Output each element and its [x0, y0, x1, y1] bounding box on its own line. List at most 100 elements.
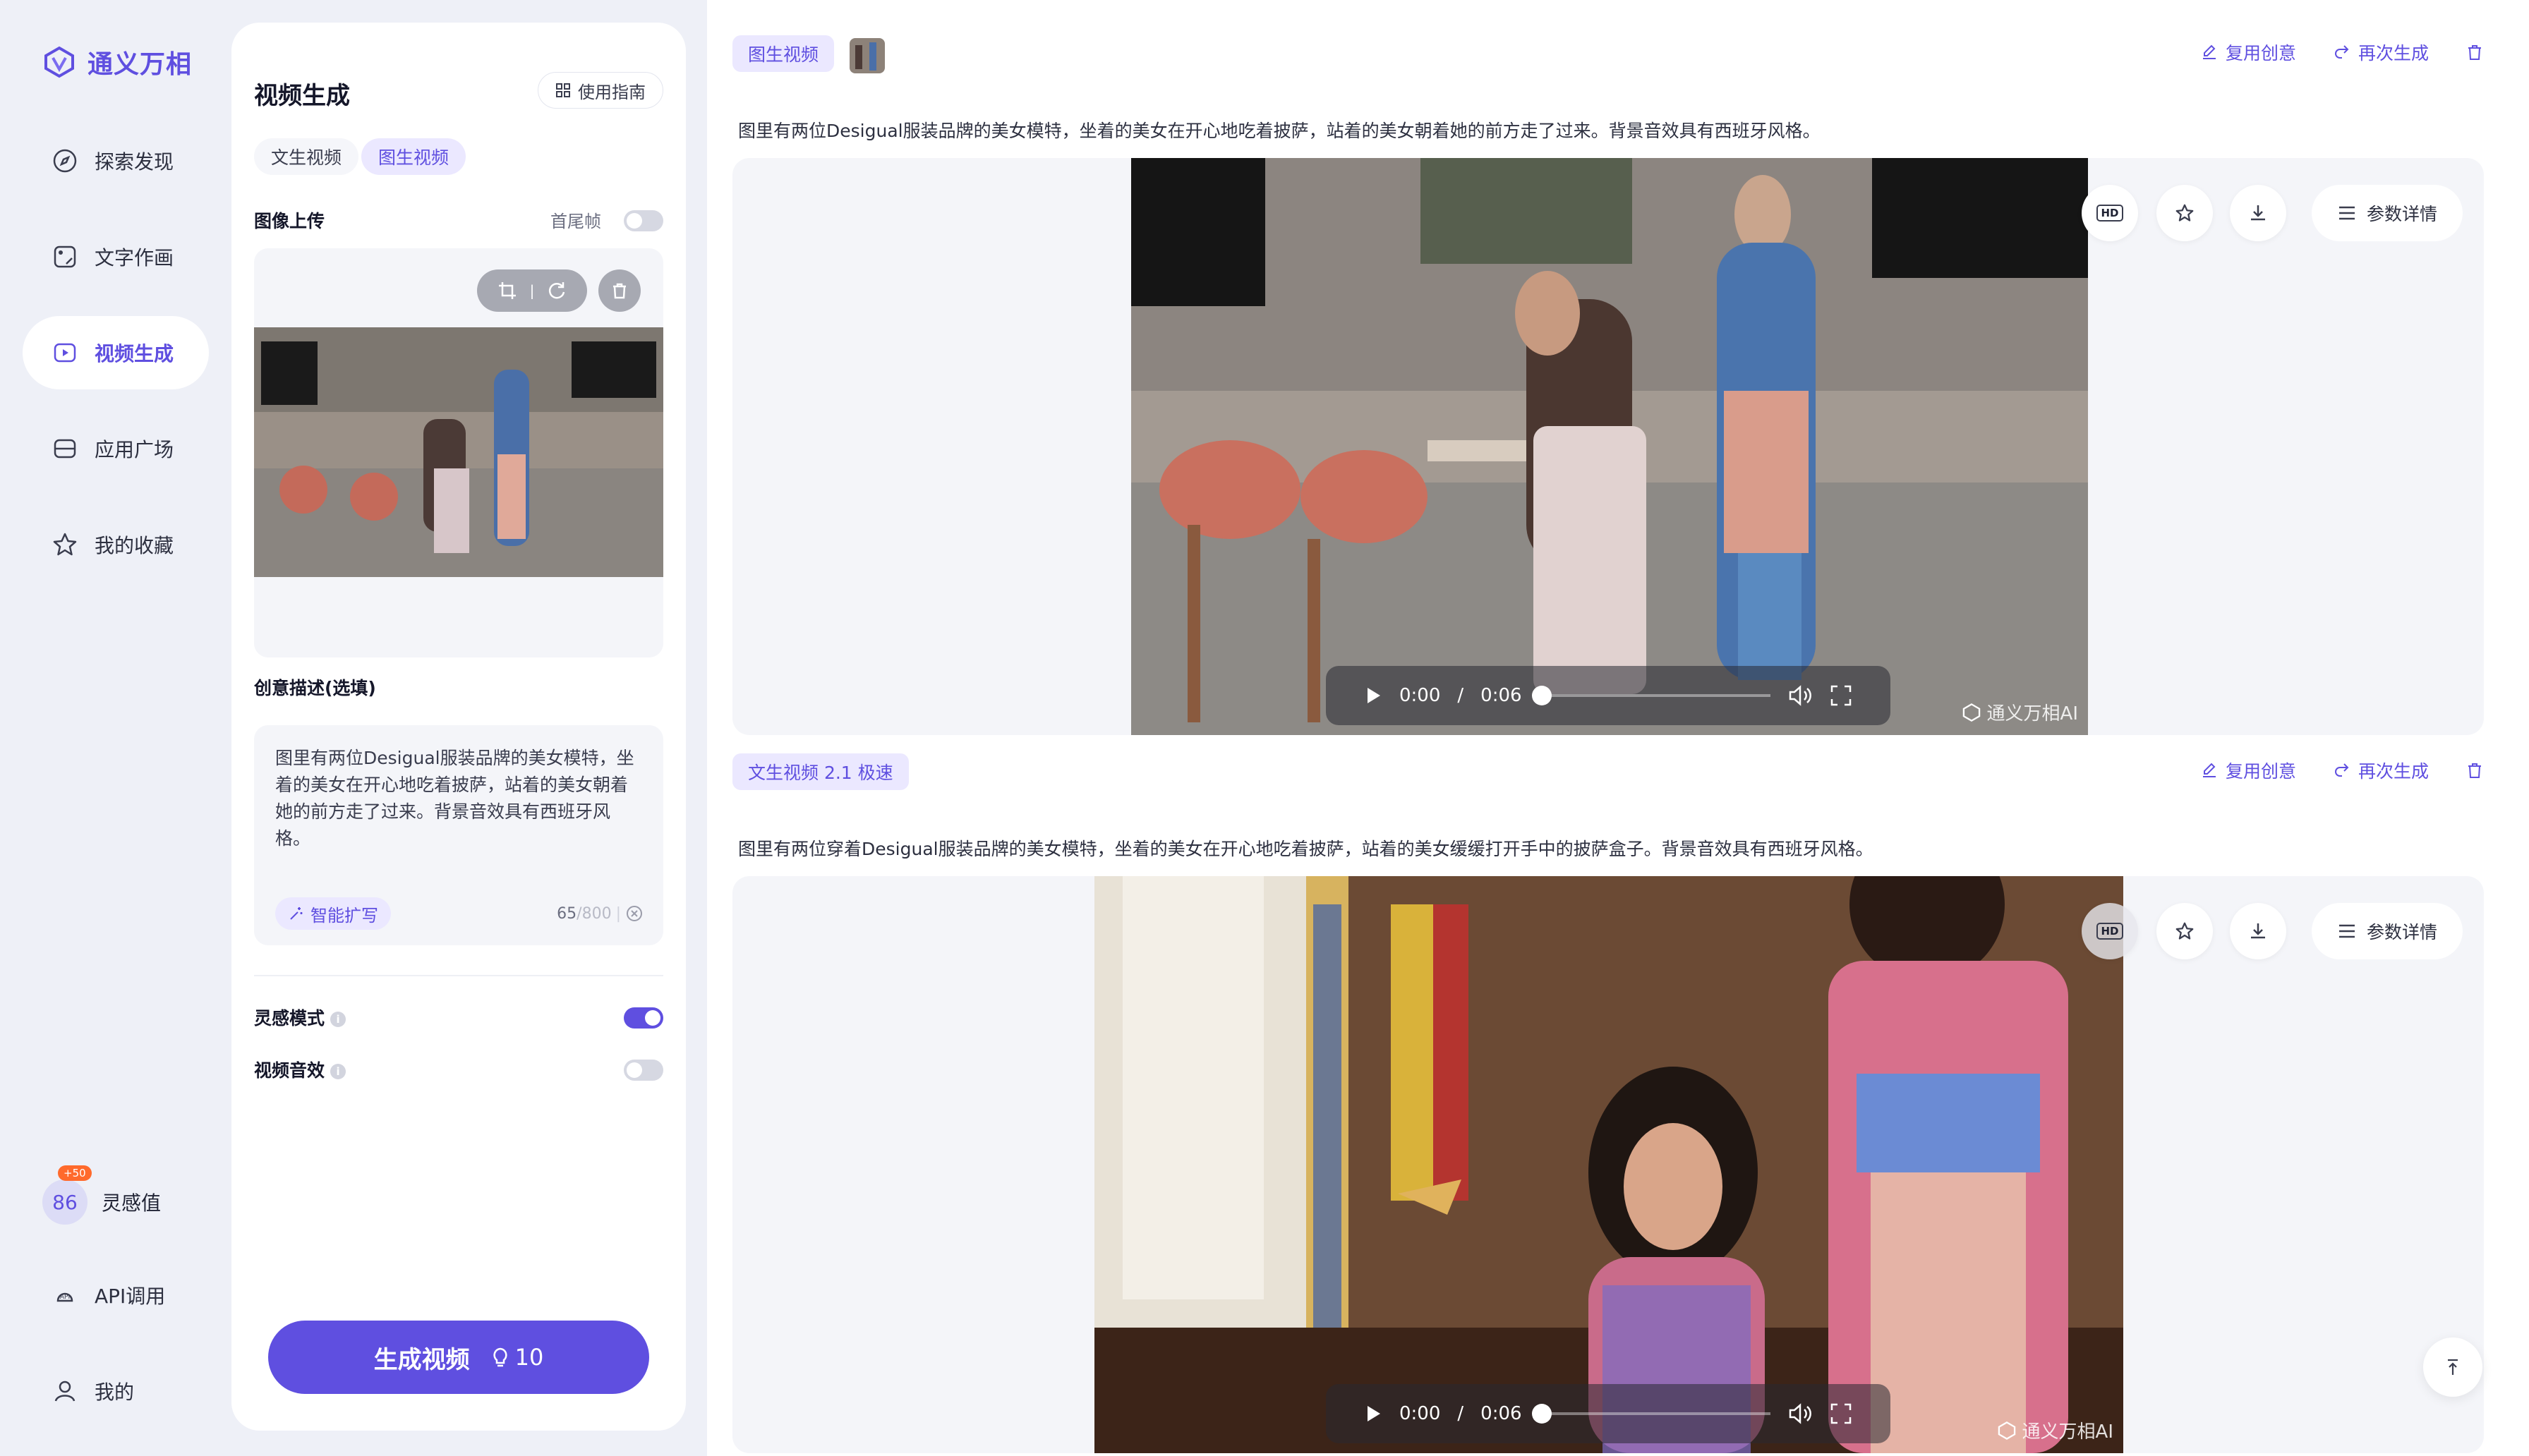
info-icon[interactable]: i — [330, 1064, 346, 1079]
smart-expand-button[interactable]: 智能扩写 — [275, 897, 391, 930]
tab-text-to-video[interactable]: 文生视频 — [254, 138, 359, 175]
upload-label: 图像上传 — [254, 211, 325, 231]
nav-item-profile[interactable]: 我的 — [23, 1354, 209, 1428]
inspiration-mode-toggle[interactable] — [624, 1007, 663, 1029]
image-upload-area[interactable]: | — [254, 248, 663, 657]
guide-button[interactable]: 使用指南 — [538, 72, 663, 109]
hd-icon: HD — [2096, 923, 2123, 940]
hd-icon: HD — [2096, 205, 2123, 222]
progress-knob[interactable] — [1531, 686, 1552, 705]
reuse-idea-button[interactable]: 复用创意 — [2200, 758, 2296, 783]
duration: 0:06 — [1480, 1403, 1522, 1424]
video-player[interactable]: 0:00 / 0:06 通义万相AI — [1131, 158, 2088, 735]
points-value: 86 +50 — [42, 1165, 92, 1225]
points-badge: +50 — [58, 1165, 92, 1181]
download-icon — [2251, 205, 2265, 221]
logo-text: 通义万相 — [87, 50, 193, 79]
result-card: 图生视频 复用创意 再次生成 图里有两位Desigual服装品牌的美女模特，坐着… — [732, 28, 2484, 736]
params-detail-button[interactable]: 参数详情 — [2311, 185, 2463, 241]
current-time: 0:00 — [1399, 685, 1441, 706]
first-last-frame-label: 首尾帧 — [550, 212, 601, 231]
progress-bar[interactable] — [1531, 1404, 1770, 1424]
video-player[interactable]: 0:00 / 0:06 通义万相AI — [1094, 876, 2123, 1453]
video-frame — [1094, 876, 2123, 1453]
fullscreen-icon[interactable] — [1830, 1402, 1852, 1425]
card-header: 图生视频 复用创意 再次生成 — [732, 28, 2484, 76]
play-icon[interactable] — [1364, 1404, 1382, 1424]
char-count: 65/800 — [557, 904, 612, 923]
back-to-top-button[interactable] — [2423, 1337, 2482, 1397]
favorite-button[interactable] — [2156, 903, 2213, 959]
nav-item-video[interactable]: 视频生成 — [23, 316, 209, 389]
star-icon — [53, 533, 77, 556]
fullscreen-icon[interactable] — [1830, 684, 1852, 707]
regenerate-button[interactable]: 再次生成 — [2333, 758, 2429, 783]
image-tools: | — [477, 269, 587, 312]
favorite-button[interactable] — [2156, 185, 2213, 241]
volume-icon[interactable] — [1787, 684, 1813, 707]
regenerate-button[interactable]: 再次生成 — [2333, 40, 2429, 65]
download-button[interactable] — [2230, 903, 2286, 959]
play-icon[interactable] — [1364, 686, 1382, 705]
logo-icon — [1962, 703, 1980, 722]
counter-divider: | — [615, 904, 621, 923]
inspiration-points[interactable]: 86 +50 灵感值 — [42, 1165, 161, 1225]
svg-text:API: API — [60, 1294, 70, 1301]
nav-item-app-square[interactable]: 应用广场 — [23, 412, 209, 485]
hd-button[interactable]: HD — [2082, 185, 2138, 241]
source-image-thumbnail[interactable] — [850, 38, 885, 73]
tab-image-to-video[interactable]: 图生视频 — [361, 138, 466, 175]
arrow-up-icon — [2448, 1359, 2458, 1375]
uploaded-image-thumbnail — [254, 327, 663, 577]
download-button[interactable] — [2230, 185, 2286, 241]
generation-panel: 视频生成 使用指南 文生视频 图生视频 图像上传 首尾帧 | 创意描述(选填) … — [231, 23, 686, 1431]
first-last-frame-toggle[interactable] — [624, 210, 663, 231]
card-header: 文生视频 2.1 极速 复用创意 再次生成 — [732, 746, 2484, 794]
redo-icon — [2334, 45, 2349, 59]
info-icon[interactable]: i — [330, 1012, 346, 1027]
logo[interactable]: 通义万相 — [42, 44, 192, 80]
logo-icon — [44, 46, 74, 78]
clear-icon[interactable] — [625, 904, 644, 923]
rotate-icon[interactable] — [547, 281, 567, 301]
edit-icon — [2202, 763, 2216, 777]
user-icon — [54, 1381, 76, 1402]
card-actions: 复用创意 再次生成 — [2200, 758, 2484, 783]
description-input[interactable]: 图里有两位Desigual服装品牌的美女模特，坐着的美女在开心地吃着披萨，站着的… — [254, 725, 663, 945]
description-label: 创意描述(选填) — [254, 678, 376, 698]
volume-icon[interactable] — [1787, 1402, 1813, 1425]
bulb-icon — [493, 1347, 507, 1367]
smart-expand-label: 智能扩写 — [310, 905, 378, 926]
watermark: 通义万相AI — [1997, 1417, 2113, 1443]
guide-label: 使用指南 — [578, 82, 646, 102]
nav-label: API调用 — [95, 1285, 166, 1308]
nav-item-favorites[interactable]: 我的收藏 — [23, 508, 209, 581]
crop-icon[interactable] — [497, 281, 517, 301]
hd-button[interactable]: HD — [2082, 903, 2138, 959]
nav-label: 文字作画 — [95, 246, 174, 269]
video-sfx-toggle[interactable] — [624, 1060, 663, 1081]
trash-icon — [613, 283, 626, 299]
delete-icon[interactable] — [2465, 43, 2484, 61]
reuse-idea-button[interactable]: 复用创意 — [2200, 40, 2296, 65]
star-icon — [2175, 204, 2194, 222]
generate-video-button[interactable]: 生成视频 10 — [268, 1321, 649, 1394]
params-detail-button[interactable]: 参数详情 — [2311, 903, 2463, 959]
nav-item-text-to-image[interactable]: 文字作画 — [23, 220, 209, 293]
logo-icon — [1998, 1421, 2015, 1440]
description-text[interactable]: 图里有两位Desigual服装品牌的美女模特，坐着的美女在开心地吃着披萨，站着的… — [275, 745, 645, 852]
edit-icon — [2202, 44, 2216, 59]
delete-image-button[interactable] — [598, 269, 641, 312]
inspiration-mode-label: 灵感模式 i — [254, 1005, 346, 1030]
left-nav: 通义万相 探索发现 文字作画 视频生成 应用广场 我的收藏 86 +50 灵感值… — [0, 0, 226, 1456]
nav-item-api[interactable]: API API调用 — [23, 1258, 209, 1332]
compass-icon — [53, 149, 77, 173]
nav-label: 应用广场 — [95, 438, 174, 461]
progress-bar[interactable] — [1531, 686, 1770, 705]
app-root: 通义万相 探索发现 文字作画 视频生成 应用广场 我的收藏 86 +50 灵感值… — [0, 0, 2529, 1456]
delete-icon[interactable] — [2465, 761, 2484, 779]
watermark: 通义万相AI — [1962, 699, 2078, 725]
grid-icon — [556, 83, 570, 97]
progress-knob[interactable] — [1531, 1404, 1552, 1424]
nav-item-explore[interactable]: 探索发现 — [23, 124, 209, 198]
